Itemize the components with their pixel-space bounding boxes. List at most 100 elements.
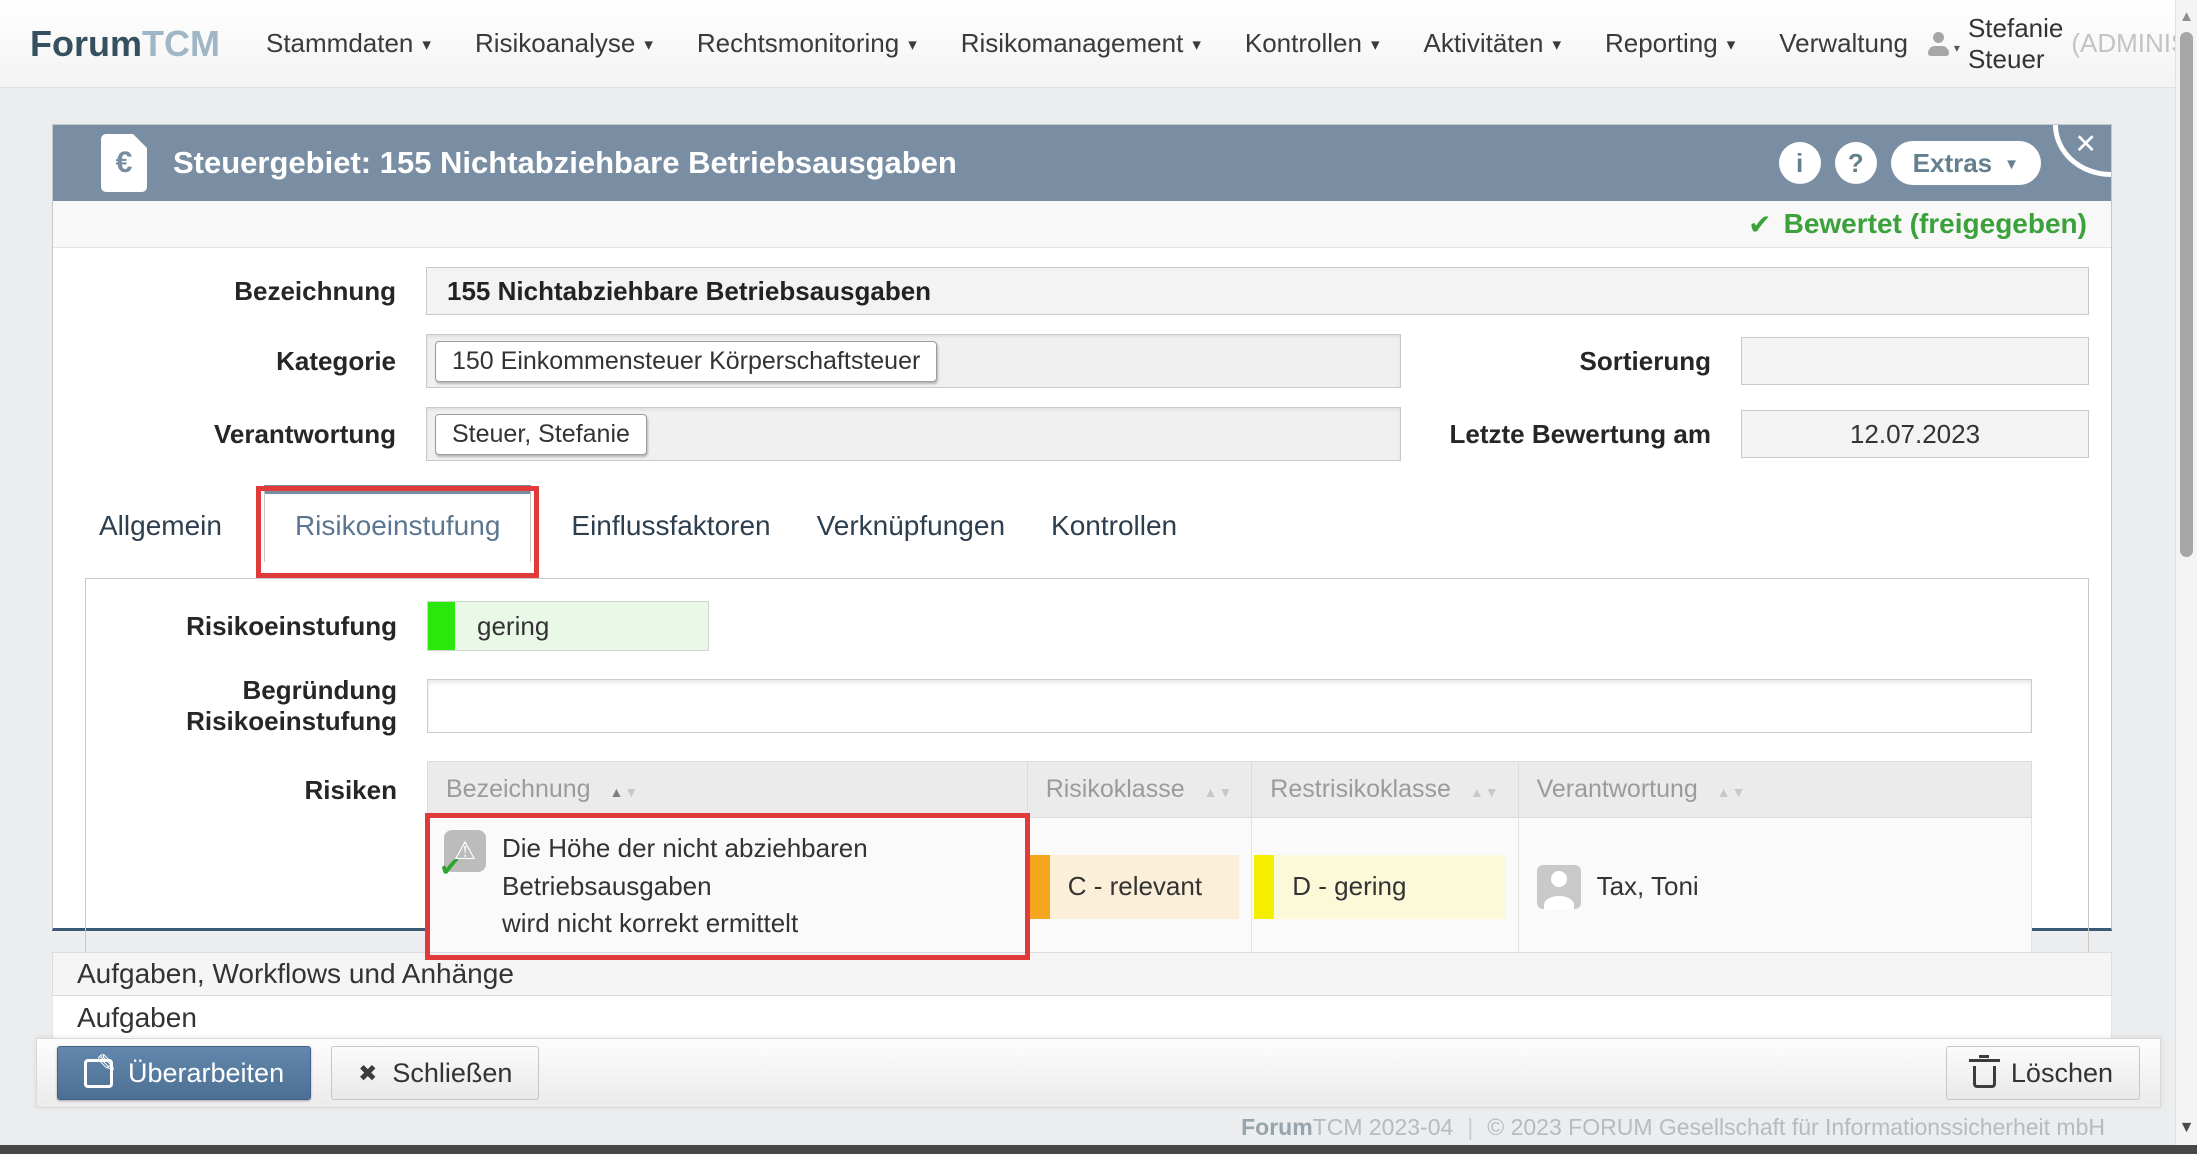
letzte-bewertung-field[interactable]: 12.07.2023	[1741, 410, 2089, 458]
scroll-up-arrow-icon[interactable]: ▲	[2176, 8, 2197, 25]
column-header-restrisikoklasse[interactable]: Restrisikoklasse ▲▼	[1252, 762, 1518, 818]
column-label: Verantwortung	[1537, 775, 1698, 803]
tab-risikoeinstufung[interactable]: Risikoeinstufung	[264, 485, 531, 562]
nav-item-label: Risikomanagement	[961, 28, 1184, 59]
nav-item-aktivitaeten[interactable]: Aktivitäten ▾	[1423, 28, 1561, 59]
tab-einflussfaktoren[interactable]: Einflussfaktoren	[571, 510, 770, 562]
kategorie-chip[interactable]: 150 Einkommensteuer Körperschaftsteuer	[435, 341, 937, 382]
separator: |	[1467, 1114, 1473, 1140]
scrollbar-thumb[interactable]	[2180, 32, 2193, 557]
cell-verantwortung[interactable]: Tax, Toni	[1518, 818, 2031, 956]
risiken-table: Bezeichnung ▲▼ Risikoklasse ▲▼ Restrisik…	[427, 761, 2032, 956]
sort-desc-icon: ▼	[1218, 784, 1233, 800]
chevron-down-icon: ▾	[1954, 33, 1960, 55]
sortierung-field[interactable]	[1741, 337, 2089, 385]
sort-asc-icon: ▲	[1470, 784, 1485, 800]
verantwortung-chip[interactable]: Steuer, Stefanie	[435, 414, 647, 455]
version-number: TCM 2023-04	[1313, 1114, 1454, 1140]
responsible-person: Tax, Toni	[1597, 871, 1699, 902]
aufgaben-section: Aufgaben, Workflows und Anhänge Aufgaben	[52, 952, 2112, 1045]
vertical-scrollbar[interactable]: ▲ ▼	[2175, 0, 2197, 1145]
risk-cell-content: ⚠✔ Die Höhe der nicht abziehbaren Betrie…	[444, 830, 1011, 943]
column-header-verantwortung[interactable]: Verantwortung ▲▼	[1518, 762, 2031, 818]
column-header-bezeichnung[interactable]: Bezeichnung ▲▼	[428, 762, 1028, 818]
form-row-verantwortung: Verantwortung Steuer, Stefanie Letzte Be…	[53, 407, 2111, 461]
nav-item-label: Aktivitäten	[1423, 28, 1543, 59]
tab-kontrollen[interactable]: Kontrollen	[1051, 510, 1177, 562]
user-menu[interactable]: ▾ Stefanie Steuer (ADMINISTRATOR) ▼	[1926, 13, 2197, 75]
sort-icons: ▲▼	[1470, 784, 1500, 800]
nav-item-risikoanalyse[interactable]: Risikoanalyse▾	[475, 28, 653, 59]
begruendung-input[interactable]	[427, 679, 2032, 733]
version-copyright-text: ForumTCM 2023-04|© 2023 FORUM Gesellscha…	[1241, 1114, 2105, 1141]
risikoklasse-value: C - relevant	[1050, 855, 1240, 919]
app-screen: ForumTCM Stammdaten▾ Risikoanalyse▾ Rech…	[0, 0, 2197, 1154]
table-row[interactable]: ⚠✔ Die Höhe der nicht abziehbaren Betrie…	[428, 818, 2032, 956]
app-logo[interactable]: ForumTCM	[30, 23, 220, 65]
edit-icon	[84, 1059, 113, 1088]
verantwortung-field[interactable]: Steuer, Stefanie	[426, 407, 1401, 461]
tab-allgemein[interactable]: Allgemein	[99, 510, 222, 562]
chevron-down-icon: ▾	[1552, 32, 1561, 55]
verantwortung-cell-content: Tax, Toni	[1537, 865, 2013, 909]
kategorie-label: Kategorie	[53, 346, 426, 377]
aufgaben-section-header[interactable]: Aufgaben, Workflows und Anhänge	[52, 952, 2112, 996]
risikoklasse-chip: C - relevant	[1030, 855, 1240, 919]
check-overlay-icon: ✔	[439, 852, 462, 883]
chevron-down-icon: ▾	[1192, 32, 1201, 55]
cell-restrisikoklasse[interactable]: D - gering	[1252, 818, 1518, 956]
page-background: € Steuergebiet: 155 Nichtabziehbare Betr…	[0, 88, 2175, 1145]
nav-item-rechtsmonitoring[interactable]: Rechtsmonitoring▾	[697, 28, 917, 59]
loeschen-button[interactable]: Löschen	[1946, 1046, 2140, 1100]
info-button[interactable]: i	[1779, 142, 1821, 184]
chevron-down-icon: ▾	[422, 32, 431, 55]
nav-item-verwaltung[interactable]: Verwaltung	[1779, 28, 1908, 59]
row-risiken: Risiken Bezeichnung ▲▼ Risikoklasse	[86, 761, 2088, 956]
ueberarbeiten-label: Überarbeiten	[128, 1058, 284, 1089]
cell-risikoklasse[interactable]: C - relevant	[1027, 818, 1252, 956]
euro-glyph: €	[116, 146, 133, 180]
window-bottom-edge	[0, 1145, 2197, 1154]
tab-verknuepfungen[interactable]: Verknüpfungen	[817, 510, 1005, 562]
nav-item-reporting[interactable]: Reporting▾	[1605, 28, 1735, 59]
row-begruendung: Begründung Risikoeinstufung	[86, 675, 2088, 737]
risk-level-color-swatch	[428, 602, 455, 650]
nav-item-label: Rechtsmonitoring	[697, 28, 899, 59]
chevron-down-icon: ▾	[1371, 32, 1380, 55]
footer-action-bar: Überarbeiten ✖ Schließen Löschen	[36, 1038, 2161, 1108]
cell-bezeichnung[interactable]: ⚠✔ Die Höhe der nicht abziehbaren Betrie…	[428, 818, 1028, 956]
status-badge: Bewertet (freigegeben)	[1784, 208, 2087, 240]
nav-item-risikomanagement[interactable]: Risikomanagement ▾	[961, 28, 1201, 59]
sort-icons: ▲▼	[610, 784, 640, 800]
user-icon	[1926, 32, 1950, 56]
schliessen-label: Schließen	[392, 1058, 512, 1089]
verantwortung-label: Verantwortung	[53, 419, 426, 450]
nav-item-label: Kontrollen	[1245, 28, 1362, 59]
help-button[interactable]: ?	[1835, 142, 1877, 184]
restrisikoklasse-chip: D - gering	[1254, 855, 1505, 919]
nav-item-label: Reporting	[1605, 28, 1718, 59]
close-dialog-button[interactable]: ✕	[2053, 125, 2111, 177]
dialog-header: € Steuergebiet: 155 Nichtabziehbare Betr…	[53, 125, 2111, 201]
sort-desc-icon: ▼	[1732, 784, 1747, 800]
ueberarbeiten-button[interactable]: Überarbeiten	[57, 1046, 311, 1100]
sort-asc-icon: ▲	[1717, 784, 1732, 800]
nav-item-label: Risikoanalyse	[475, 28, 635, 59]
risikoklasse-color-bar	[1030, 855, 1050, 919]
schliessen-button[interactable]: ✖ Schließen	[331, 1046, 539, 1100]
risk-description-line1: Die Höhe der nicht abziehbaren Betriebsa…	[502, 833, 868, 901]
bezeichnung-field[interactable]: 155 Nichtabziehbare Betriebsausgaben	[426, 267, 2089, 315]
scroll-down-arrow-icon[interactable]: ▼	[2176, 1119, 2197, 1137]
risiken-label: Risiken	[86, 761, 427, 806]
steuergebiet-dialog: € Steuergebiet: 155 Nichtabziehbare Betr…	[52, 124, 2112, 931]
nav-item-kontrollen[interactable]: Kontrollen ▾	[1245, 28, 1380, 59]
restrisikoklasse-value: D - gering	[1274, 855, 1505, 919]
letzte-bewertung-label: Letzte Bewertung am	[1401, 419, 1741, 450]
column-header-risikoklasse[interactable]: Risikoklasse ▲▼	[1027, 762, 1252, 818]
extras-button[interactable]: Extras ▼	[1891, 141, 2041, 185]
risikoeinstufung-field[interactable]: gering	[427, 601, 709, 651]
dialog-header-buttons: i ? Extras ▼	[1779, 141, 2041, 185]
kategorie-field[interactable]: 150 Einkommensteuer Körperschaftsteuer	[426, 334, 1401, 388]
column-label: Risikoklasse	[1046, 775, 1185, 803]
nav-item-stammdaten[interactable]: Stammdaten▾	[266, 28, 431, 59]
